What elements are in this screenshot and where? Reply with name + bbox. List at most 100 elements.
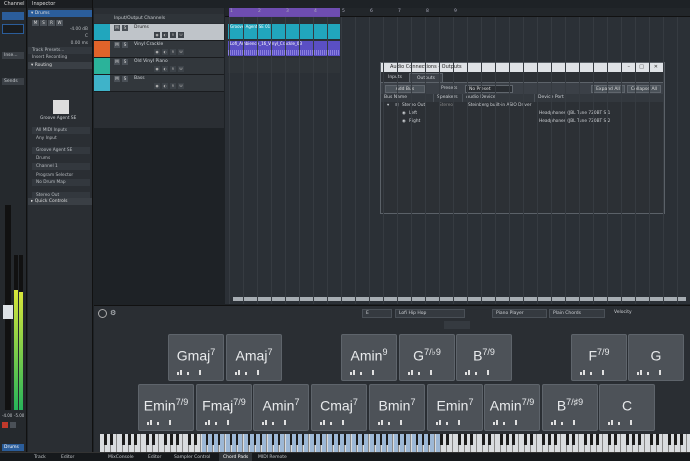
- white-key[interactable]: [178, 434, 183, 452]
- white-key[interactable]: [490, 434, 495, 452]
- record-button[interactable]: [2, 422, 8, 428]
- pad-octave-control[interactable]: [444, 321, 470, 329]
- tab-inputs[interactable]: Inputs: [381, 73, 409, 82]
- track-io-folder[interactable]: Input/Output Channels: [94, 14, 224, 23]
- chord-pad[interactable]: B7/9: [456, 334, 512, 381]
- midi-input-select[interactable]: All MIDI Inputs: [32, 127, 90, 134]
- tab-editor-2[interactable]: Editor: [148, 453, 161, 461]
- white-key[interactable]: [556, 434, 561, 452]
- record-button[interactable]: ●: [154, 32, 160, 38]
- white-key[interactable]: [472, 434, 477, 452]
- white-key[interactable]: [220, 434, 225, 452]
- chord-pad[interactable]: Amin9: [341, 334, 397, 381]
- chord-pad[interactable]: G: [628, 334, 684, 381]
- volume-value[interactable]: -4.00 dB: [28, 26, 92, 33]
- key-select[interactable]: E: [362, 309, 392, 318]
- record-button[interactable]: ●: [154, 49, 160, 55]
- output-sub-select[interactable]: Drums: [32, 155, 90, 162]
- device-port[interactable]: Headphones (JBL Tune 720BT S 1: [539, 110, 610, 118]
- chord-pad[interactable]: Emin7: [427, 384, 483, 431]
- chord-pad[interactable]: Fmaj7/9: [196, 384, 252, 431]
- drums-event[interactable]: Groove Agent SE 01: [228, 24, 340, 39]
- routing-header[interactable]: ▾ Routing: [28, 62, 92, 69]
- white-key[interactable]: [616, 434, 621, 452]
- write-button[interactable]: W: [178, 83, 184, 89]
- white-key[interactable]: [448, 434, 453, 452]
- track-presets[interactable]: Track Presets...: [28, 47, 92, 54]
- mute-button[interactable]: M: [114, 25, 120, 31]
- tab-midi-remote[interactable]: MIDI Remote: [258, 453, 287, 461]
- track-vinyl[interactable]: M S Vinyl Crackle ● ◐ R W: [94, 41, 224, 58]
- solo-button[interactable]: S: [122, 42, 128, 48]
- mute-button[interactable]: M: [114, 76, 120, 82]
- track-drums[interactable]: M S Drums ● ◐ R W: [94, 24, 224, 41]
- white-key[interactable]: [136, 434, 141, 452]
- white-key[interactable]: [322, 434, 327, 452]
- cycle-marker[interactable]: [229, 8, 340, 17]
- solo-button[interactable]: S: [122, 25, 128, 31]
- chord-pad[interactable]: Bmin7: [369, 384, 425, 431]
- white-key[interactable]: [388, 434, 393, 452]
- chord-pad[interactable]: B7/♯9: [542, 384, 598, 431]
- write-button[interactable]: W: [56, 19, 63, 26]
- chord-pad[interactable]: Amin7: [253, 384, 309, 431]
- preset-select[interactable]: No Preset: [465, 85, 513, 93]
- monitor-button[interactable]: ◐: [162, 49, 168, 55]
- chord-pad[interactable]: Amin7/9: [484, 384, 540, 431]
- track-bass[interactable]: M S Bass ● ◐ R W: [94, 75, 224, 92]
- expand-chevron-icon[interactable]: ▾: [387, 102, 389, 110]
- col-bus-name[interactable]: Bus Name: [381, 94, 434, 102]
- close-icon[interactable]: ✕: [654, 63, 658, 72]
- chords-select[interactable]: Plain Chords: [549, 309, 605, 318]
- chord-pad[interactable]: C: [599, 384, 655, 431]
- white-key[interactable]: [406, 434, 411, 452]
- chord-pad[interactable]: Gmaj7: [168, 334, 224, 381]
- mute-button[interactable]: M: [114, 42, 120, 48]
- record-button[interactable]: ●: [154, 83, 160, 89]
- white-key[interactable]: [280, 434, 285, 452]
- white-key[interactable]: [514, 434, 519, 452]
- device-port[interactable]: Headphones (JBL Tune 720BT S 2: [539, 118, 610, 126]
- white-key[interactable]: [238, 434, 243, 452]
- write-button[interactable]: W: [178, 66, 184, 72]
- chord-pad[interactable]: Amaj7: [226, 334, 282, 381]
- read-button[interactable]: R: [170, 66, 176, 72]
- channel-volume-box[interactable]: [2, 24, 24, 34]
- sends-section[interactable]: Sends: [2, 78, 24, 85]
- monitor-button[interactable]: ◐: [162, 83, 168, 89]
- solo-button[interactable]: S: [122, 76, 128, 82]
- white-key[interactable]: [196, 434, 201, 452]
- tab-sampler-control[interactable]: Sampler Control: [174, 453, 210, 461]
- white-key[interactable]: [574, 434, 579, 452]
- fader-handle[interactable]: [3, 305, 13, 319]
- white-key[interactable]: [346, 434, 351, 452]
- expand-all-button[interactable]: Expand All: [591, 85, 625, 93]
- output-select[interactable]: Groove Agent SE: [32, 147, 90, 154]
- solo-button[interactable]: S: [40, 19, 47, 26]
- add-bus-button[interactable]: Add Bus: [385, 85, 425, 93]
- write-button[interactable]: W: [178, 32, 184, 38]
- white-key[interactable]: [598, 434, 603, 452]
- velocity-slider[interactable]: Velocity: [611, 309, 656, 318]
- monitor-button[interactable]: ◐: [162, 66, 168, 72]
- player-select[interactable]: Piano Player: [492, 309, 547, 318]
- white-key[interactable]: [154, 434, 159, 452]
- chord-pad[interactable]: Cmaj7: [311, 384, 367, 431]
- tab-mixconsole[interactable]: MixConsole: [108, 453, 134, 461]
- col-device-port[interactable]: Device Port: [535, 94, 664, 102]
- monitor-button[interactable]: ◐: [162, 32, 168, 38]
- track-piano[interactable]: M S Old Vinyl Piano ● ◐ R W: [94, 58, 224, 75]
- tab-chord-pads[interactable]: Chord Pads: [219, 453, 253, 461]
- chord-pad[interactable]: G7/♭9: [399, 334, 455, 381]
- channel-name-box[interactable]: [2, 12, 24, 20]
- white-key[interactable]: [262, 434, 267, 452]
- channel-select[interactable]: Channel 1: [32, 163, 90, 170]
- mute-button[interactable]: M: [32, 19, 39, 26]
- gear-icon[interactable]: ⚙: [110, 309, 119, 318]
- any-input-select[interactable]: Any Input: [32, 135, 90, 142]
- write-button[interactable]: W: [178, 49, 184, 55]
- chord-pad[interactable]: F7/9: [571, 334, 627, 381]
- program-selector[interactable]: Program Selector: [32, 172, 90, 179]
- inspector-track-header[interactable]: ▾ Drums: [28, 10, 92, 17]
- col-audio-device[interactable]: Audio Device: [463, 94, 535, 102]
